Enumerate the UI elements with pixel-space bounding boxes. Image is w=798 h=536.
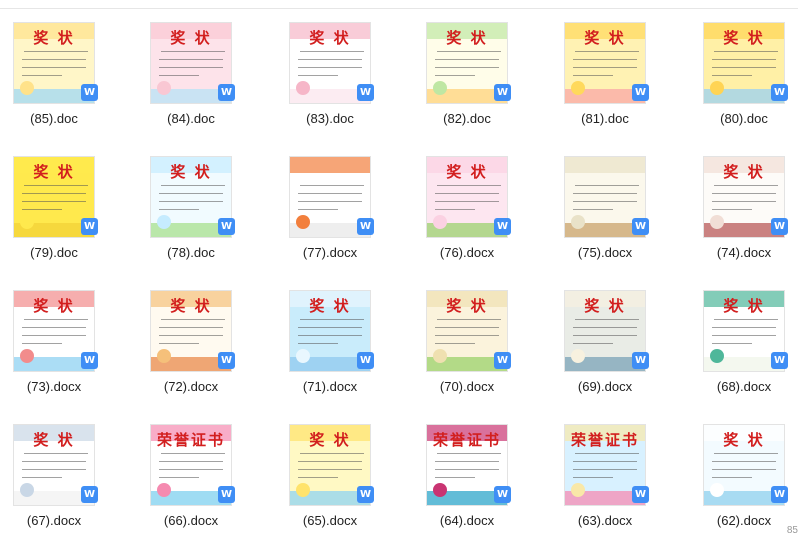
word-docx-icon: W bbox=[357, 218, 374, 235]
file-name[interactable]: (69).docx bbox=[550, 379, 660, 394]
file-item[interactable]: 奖 状 W (62).docx bbox=[689, 0, 798, 528]
file-name[interactable]: (68).docx bbox=[689, 379, 798, 394]
word-docx-icon: W bbox=[632, 486, 649, 503]
certificate-title: 奖 状 bbox=[309, 431, 351, 449]
certificate-title: 荣誉证书 bbox=[432, 431, 501, 449]
file-grid: 奖 状 W (85).doc 奖 状 W (84).doc 奖 状 W (83).doc 奖 状W… bbox=[0, 0, 798, 536]
file-name[interactable]: (78).doc bbox=[136, 245, 246, 260]
certificate-title: 奖 状 bbox=[33, 431, 75, 449]
file-name[interactable]: (74).docx bbox=[689, 245, 798, 260]
certificate-title: 奖 状 bbox=[723, 163, 765, 181]
certificate-title: 奖 状 bbox=[584, 297, 626, 315]
file-name[interactable]: (67).docx bbox=[0, 513, 109, 528]
word-docx-icon: W bbox=[494, 218, 511, 235]
word-docx-icon: W bbox=[81, 486, 98, 503]
word-docx-icon: W bbox=[218, 352, 235, 369]
word-docx-icon: W bbox=[218, 486, 235, 503]
certificate-title: 奖 状 bbox=[170, 163, 212, 181]
word-docx-icon: W bbox=[81, 352, 98, 369]
file-item[interactable]: 荣誉证书 W (64).docx bbox=[412, 0, 522, 528]
file-name[interactable]: (75).docx bbox=[550, 245, 660, 260]
file-name[interactable]: (73).docx bbox=[0, 379, 109, 394]
file-name[interactable]: (71).docx bbox=[275, 379, 385, 394]
file-item[interactable]: 奖 状 W (65).docx bbox=[275, 0, 385, 528]
word-doc-icon: W bbox=[218, 218, 235, 235]
file-name[interactable]: (63).docx bbox=[550, 513, 660, 528]
scroll-indicator: 85 bbox=[786, 525, 798, 536]
word-docx-icon: W bbox=[632, 352, 649, 369]
file-name[interactable]: (70).docx bbox=[412, 379, 522, 394]
word-docx-icon: W bbox=[357, 352, 374, 369]
file-item[interactable]: 荣誉证书 W (63).docx bbox=[550, 0, 660, 528]
file-name[interactable]: (62).docx bbox=[689, 513, 798, 528]
certificate-title: 奖 状 bbox=[723, 297, 765, 315]
word-docx-icon: W bbox=[771, 486, 788, 503]
file-name[interactable]: (72).docx bbox=[136, 379, 246, 394]
certificate-title: 荣誉证书 bbox=[570, 431, 639, 449]
file-item[interactable]: 荣誉证书 W (66).docx bbox=[136, 0, 246, 528]
file-name[interactable]: (64).docx bbox=[412, 513, 522, 528]
file-name[interactable]: (65).docx bbox=[275, 513, 385, 528]
certificate-title: 奖 状 bbox=[446, 163, 488, 181]
certificate-title: 奖 状 bbox=[170, 297, 212, 315]
word-docx-icon: W bbox=[494, 486, 511, 503]
file-item[interactable]: 奖 状 W (67).docx bbox=[0, 0, 109, 528]
word-docx-icon: W bbox=[771, 218, 788, 235]
certificate-title: 奖 状 bbox=[446, 297, 488, 315]
file-name[interactable]: (77).docx bbox=[275, 245, 385, 260]
file-name[interactable]: (79).doc bbox=[0, 245, 109, 260]
word-docx-icon: W bbox=[494, 352, 511, 369]
certificate-title: 奖 状 bbox=[309, 297, 351, 315]
file-name[interactable]: (66).docx bbox=[136, 513, 246, 528]
word-docx-icon: W bbox=[357, 486, 374, 503]
word-docx-icon: W bbox=[632, 218, 649, 235]
word-docx-icon: W bbox=[771, 352, 788, 369]
file-name[interactable]: (76).docx bbox=[412, 245, 522, 260]
certificate-title: 奖 状 bbox=[33, 297, 75, 315]
certificate-title: 奖 状 bbox=[723, 431, 765, 449]
certificate-title: 荣誉证书 bbox=[156, 431, 225, 449]
certificate-title: 奖 状 bbox=[33, 163, 75, 181]
word-doc-icon: W bbox=[81, 218, 98, 235]
